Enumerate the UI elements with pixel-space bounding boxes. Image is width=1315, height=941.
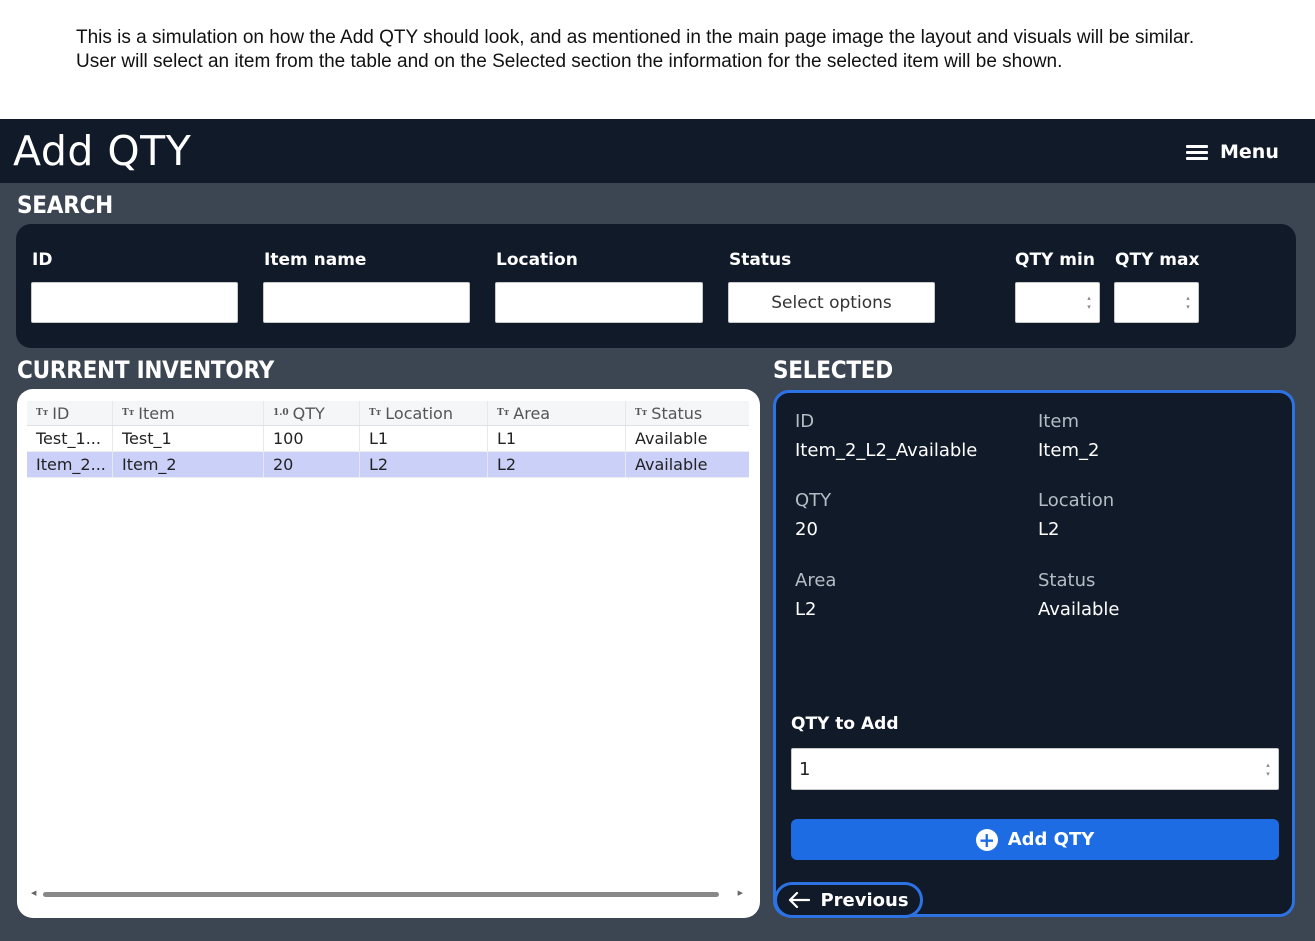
selected-qty-value: 20 <box>795 519 818 540</box>
inventory-table: Tт ID Tт Item 1.0 QTY Tт Location Tт Area Tт S… <box>27 401 749 478</box>
hamburger-icon <box>1186 144 1208 160</box>
search-heading: SEARCH <box>17 191 113 219</box>
status-select[interactable]: Select options <box>728 282 935 323</box>
column-label: Location <box>385 403 453 423</box>
selected-item-value: Item_2 <box>1038 440 1100 461</box>
selected-status-value: Available <box>1038 599 1120 620</box>
column-label: ID <box>52 403 70 423</box>
column-header-location[interactable]: Tт Location <box>360 401 488 425</box>
previous-label: Previous <box>820 889 909 911</box>
qty-to-add-input[interactable]: 1 ▴ ▾ <box>791 748 1279 790</box>
search-panel: ID Item name Location Status Select opti… <box>16 224 1296 348</box>
cell-area[interactable]: L2 <box>488 452 626 477</box>
qty-min-label: QTY min <box>1015 250 1095 270</box>
scrollbar-thumb[interactable] <box>43 892 719 897</box>
selected-location-value: L2 <box>1038 519 1060 540</box>
scroll-left-icon[interactable]: ◀ <box>31 889 36 897</box>
column-header-id[interactable]: Tт ID <box>27 401 113 425</box>
cell-status[interactable]: Available <box>626 452 749 477</box>
selected-area-label: Area <box>795 570 837 591</box>
location-field-label: Location <box>496 250 578 270</box>
spinner-icon[interactable]: ▴ ▾ <box>1184 294 1192 312</box>
cell-qty[interactable]: 20 <box>264 452 360 477</box>
cell-item[interactable]: Test_1 <box>113 426 264 451</box>
text-type-icon: Tт <box>122 408 135 418</box>
plus-circle-icon: + <box>975 828 998 851</box>
top-bar: Add QTY Menu <box>0 119 1315 183</box>
qty-max-input[interactable]: ▴ ▾ <box>1114 282 1199 323</box>
arrow-left-icon <box>789 892 811 908</box>
horizontal-scrollbar[interactable]: ◀ ▶ <box>31 889 743 899</box>
add-qty-button[interactable]: + Add QTY <box>791 819 1279 860</box>
table-row-selected[interactable]: Item_2... Item_2 20 L2 L2 Available <box>27 452 749 478</box>
column-label: Status <box>651 403 703 423</box>
column-header-item[interactable]: Tт Item <box>113 401 264 425</box>
spinner-icon[interactable]: ▴ ▾ <box>1085 294 1093 312</box>
selected-panel: ID Item_2_L2_Available Item Item_2 QTY 2… <box>773 390 1295 918</box>
column-label: QTY <box>292 403 325 423</box>
location-search-input[interactable] <box>495 282 703 323</box>
text-type-icon: Tт <box>635 408 648 418</box>
selected-location-label: Location <box>1038 490 1115 511</box>
qty-max-label: QTY max <box>1115 250 1200 270</box>
column-header-qty[interactable]: 1.0 QTY <box>264 401 360 425</box>
scroll-right-icon[interactable]: ▶ <box>738 889 743 897</box>
text-type-icon: Tт <box>369 408 382 418</box>
selected-item-label: Item <box>1038 411 1079 432</box>
column-header-status[interactable]: Tт Status <box>626 401 749 425</box>
cell-status[interactable]: Available <box>626 426 749 451</box>
selected-id-label: ID <box>795 411 815 432</box>
qty-to-add-value: 1 <box>799 758 811 780</box>
menu-button[interactable]: Menu <box>1186 139 1279 165</box>
inventory-panel: Tт ID Tт Item 1.0 QTY Tт Location Tт Area Tт S… <box>17 389 760 918</box>
status-field-label: Status <box>729 250 792 270</box>
cell-area[interactable]: L1 <box>488 426 626 451</box>
add-qty-label: Add QTY <box>1007 829 1095 850</box>
id-search-input[interactable] <box>31 282 238 323</box>
number-type-icon: 1.0 <box>273 408 289 418</box>
column-header-area[interactable]: Tт Area <box>488 401 626 425</box>
column-label: Item <box>138 403 175 423</box>
selected-heading: SELECTED <box>773 356 893 384</box>
inventory-heading: CURRENT INVENTORY <box>17 356 275 384</box>
column-label: Area <box>513 403 551 423</box>
page-title: Add QTY <box>13 127 192 175</box>
cell-id[interactable]: Item_2... <box>27 452 113 477</box>
qty-min-input[interactable]: ▴ ▾ <box>1015 282 1100 323</box>
selected-status-label: Status <box>1038 570 1096 591</box>
intro-text: This is a simulation on how the Add QTY … <box>76 27 1195 72</box>
selected-area-value: L2 <box>795 599 817 620</box>
cell-qty[interactable]: 100 <box>264 426 360 451</box>
table-header: Tт ID Tт Item 1.0 QTY Tт Location Tт Area Tт S… <box>27 401 749 426</box>
qty-to-add-label: QTY to Add <box>791 714 899 734</box>
cell-id[interactable]: Test_1... <box>27 426 113 451</box>
item-name-search-input[interactable] <box>263 282 470 323</box>
id-field-label: ID <box>32 250 53 270</box>
item-name-field-label: Item name <box>264 250 367 270</box>
text-type-icon: Tт <box>36 408 49 418</box>
cell-item[interactable]: Item_2 <box>113 452 264 477</box>
previous-button[interactable]: Previous <box>774 882 923 918</box>
selected-id-value: Item_2_L2_Available <box>795 440 978 461</box>
menu-label: Menu <box>1220 141 1279 163</box>
selected-qty-label: QTY <box>795 490 832 511</box>
text-type-icon: Tт <box>497 408 510 418</box>
spinner-icon[interactable]: ▴ ▾ <box>1264 761 1272 779</box>
table-row[interactable]: Test_1... Test_1 100 L1 L1 Available <box>27 426 749 452</box>
cell-location[interactable]: L1 <box>360 426 488 451</box>
app-window: Add QTY Menu SEARCH ID Item name Locatio… <box>0 119 1315 941</box>
cell-location[interactable]: L2 <box>360 452 488 477</box>
